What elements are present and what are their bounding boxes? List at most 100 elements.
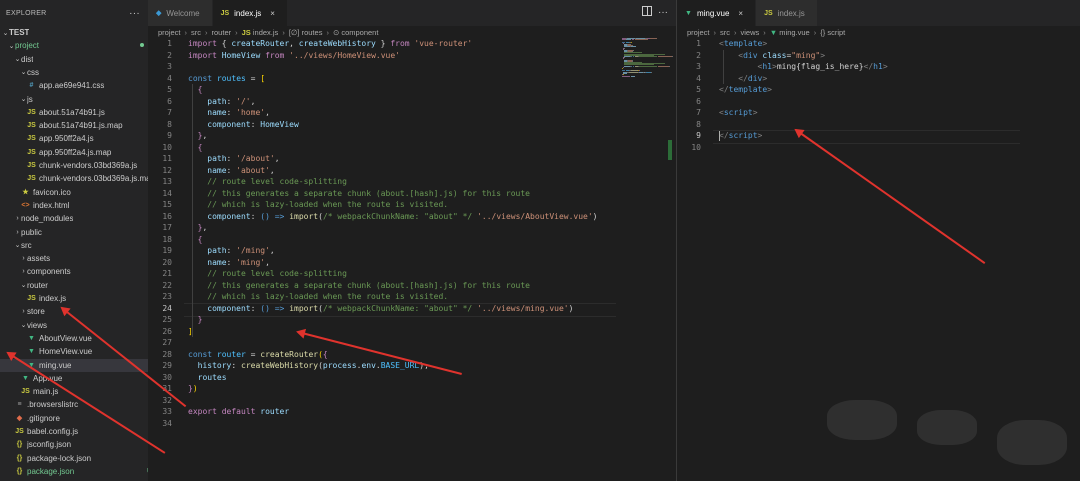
tree-item-homeview-vue[interactable]: ▼ HomeView.vue <box>0 345 148 358</box>
tree-item-label: public <box>21 227 42 237</box>
breadcrumb-item[interactable]: JS index.js <box>242 28 279 37</box>
tree-item-chunk-vendors-03bd369a-js-map[interactable]: JS chunk-vendors.03bd369a.js.map <box>0 172 148 185</box>
breadcrumb-item[interactable]: ⊙ component <box>333 28 378 37</box>
chevron-down-icon[interactable]: ⌄ <box>20 68 27 76</box>
breadcrumb-item[interactable]: {} script <box>820 28 845 37</box>
chevron-down-icon[interactable]: ⌄ <box>14 241 21 249</box>
chevron-down-icon[interactable]: ⌄ <box>14 55 21 63</box>
breadcrumb-item[interactable]: project <box>687 28 710 37</box>
chevron-right-icon[interactable]: › <box>20 268 27 275</box>
file-type-icon: JS <box>27 122 36 130</box>
tab-ming-vue[interactable]: ▼ ming.vue × <box>677 0 757 26</box>
tree-item-views[interactable]: ⌄ views <box>0 319 148 332</box>
line-number: 2 <box>167 50 172 60</box>
tree-item-test[interactable]: ⌄ TEST <box>0 26 148 39</box>
tree-item-about-51a74b91-js[interactable]: JS about.51a74b91.js <box>0 106 148 119</box>
line-text: }, <box>188 222 208 234</box>
editor-group-right: ▼ ming.vue × JS index.js project › src › views › ▼… <box>677 0 1080 481</box>
tree-item-node-modules[interactable]: › node_modules <box>0 212 148 225</box>
tab-index-js[interactable]: JS index.js <box>756 0 818 26</box>
code-token: > <box>757 131 763 140</box>
breadcrumb-item[interactable]: src <box>191 28 201 37</box>
tree-item-app-ae69e941-css[interactable]: # app.ae69e941.css <box>0 79 148 92</box>
code-token: : <box>226 96 237 106</box>
breadcrumb-item[interactable]: views <box>741 28 760 37</box>
tab-label: Welcome <box>166 8 200 18</box>
tree-item-gitignore[interactable]: ◆ .gitignore <box>0 412 148 425</box>
code-token: { <box>197 234 203 244</box>
tree-item-public[interactable]: › public <box>0 226 148 239</box>
line-number: 28 <box>162 349 172 359</box>
code-token: } <box>197 315 203 324</box>
line-text: </template> <box>719 84 772 96</box>
tree-item-favicon-ico[interactable]: ★ favicon.ico <box>0 186 148 199</box>
chevron-down-icon[interactable]: ⌄ <box>20 321 27 329</box>
tree-item-label: TEST <box>9 28 30 37</box>
breadcrumb-item[interactable]: src <box>720 28 730 37</box>
line-text: // route level code-splitting <box>188 176 347 188</box>
explorer-more-icon[interactable]: ··· <box>129 8 140 19</box>
breadcrumb-item[interactable]: ▼ ming.vue <box>770 28 810 37</box>
tree-item-router[interactable]: ⌄ router <box>0 279 148 292</box>
chevron-right-icon[interactable]: › <box>14 215 21 222</box>
chevron-down-icon[interactable]: ⌄ <box>2 29 9 37</box>
scrollbar-thumb[interactable] <box>668 140 672 160</box>
tab-welcome[interactable]: ◆ Welcome <box>148 0 213 26</box>
chevron-right-icon[interactable]: › <box>20 255 27 262</box>
tree-item-label: store <box>27 307 45 317</box>
tree-item-package-lock-json[interactable]: {} package-lock.json <box>0 452 148 465</box>
line-number: 3 <box>696 62 701 71</box>
minimap-line <box>634 39 649 41</box>
file-type-icon: JS <box>27 175 36 183</box>
tree-item-package-json[interactable]: {}package.jsonU <box>0 465 148 478</box>
tree-item-label: src <box>21 240 32 250</box>
chevron-down-icon[interactable]: ⌄ <box>8 42 15 50</box>
tree-item-aboutview-vue[interactable]: ▼ AboutView.vue <box>0 332 148 345</box>
tree-item-app-950ff2a4-js-map[interactable]: JS app.950ff2a4.js.map <box>0 146 148 159</box>
tree-item-index-js[interactable]: JS index.js <box>0 292 148 305</box>
code-token: , <box>269 246 275 255</box>
tree-item-chunk-vendors-03bd369a-js[interactable]: JS chunk-vendors.03bd369a.js <box>0 159 148 172</box>
tree-item-label: js <box>27 94 33 104</box>
tree-item-index-html[interactable]: <> index.html <box>0 199 148 212</box>
tab-index-js[interactable]: JS index.js × <box>212 0 288 26</box>
close-icon[interactable]: × <box>738 9 743 18</box>
code-token: : <box>250 303 261 313</box>
code-token: from <box>390 39 410 48</box>
code-token: // which is lazy-loaded when the route i… <box>207 200 449 209</box>
chevron-right-icon[interactable]: › <box>20 308 27 315</box>
code-token: router <box>260 407 290 416</box>
tree-item-project[interactable]: ⌄ project <box>0 39 148 52</box>
close-icon[interactable]: × <box>270 9 275 18</box>
tree-item-dist[interactable]: ⌄ dist <box>0 53 148 66</box>
code-token: div <box>743 50 758 60</box>
code-token: path <box>207 96 227 106</box>
line-text: } <box>188 314 203 326</box>
tree-item-js[interactable]: ⌄ js <box>0 93 148 106</box>
chevron-down-icon[interactable]: ⌄ <box>20 95 27 103</box>
minimap[interactable] <box>622 38 674 78</box>
breadcrumb-separator-icon: › <box>184 27 188 37</box>
tree-item-src[interactable]: ⌄ src <box>0 239 148 252</box>
tree-item-css[interactable]: ⌄ css <box>0 66 148 79</box>
tree-item-app-950ff2a4-js[interactable]: JS app.950ff2a4.js <box>0 132 148 145</box>
tree-item-assets[interactable]: › assets <box>0 252 148 265</box>
tree-item-components[interactable]: › components <box>0 265 148 278</box>
tree-item-app-vue[interactable]: ▼App.vue <box>0 372 148 385</box>
chevron-right-icon[interactable]: › <box>14 229 21 236</box>
code-token: </ <box>738 73 748 83</box>
tree-item-about-51a74b91-js-map[interactable]: JS about.51a74b91.js.map <box>0 119 148 132</box>
tree-item-label: AboutView.vue <box>39 333 92 343</box>
split-editor-icon[interactable] <box>642 6 652 16</box>
breadcrumb-item[interactable]: project <box>158 28 181 37</box>
breadcrumb-item[interactable]: [∅] routes <box>289 28 323 37</box>
line-text: history: createWebHistory(process.env.BA… <box>188 360 429 372</box>
tree-item-browserslistrc[interactable]: ≡ .browserslistrc <box>0 398 148 411</box>
code-token: // route level code-splitting <box>207 177 347 186</box>
breadcrumb-item[interactable]: router <box>212 28 232 37</box>
tree-item-jsconfig-json[interactable]: {} jsconfig.json <box>0 438 148 451</box>
editor-more-icon[interactable]: ··· <box>658 7 668 18</box>
chevron-down-icon[interactable]: ⌄ <box>20 281 27 289</box>
line-number: 17 <box>162 223 172 232</box>
